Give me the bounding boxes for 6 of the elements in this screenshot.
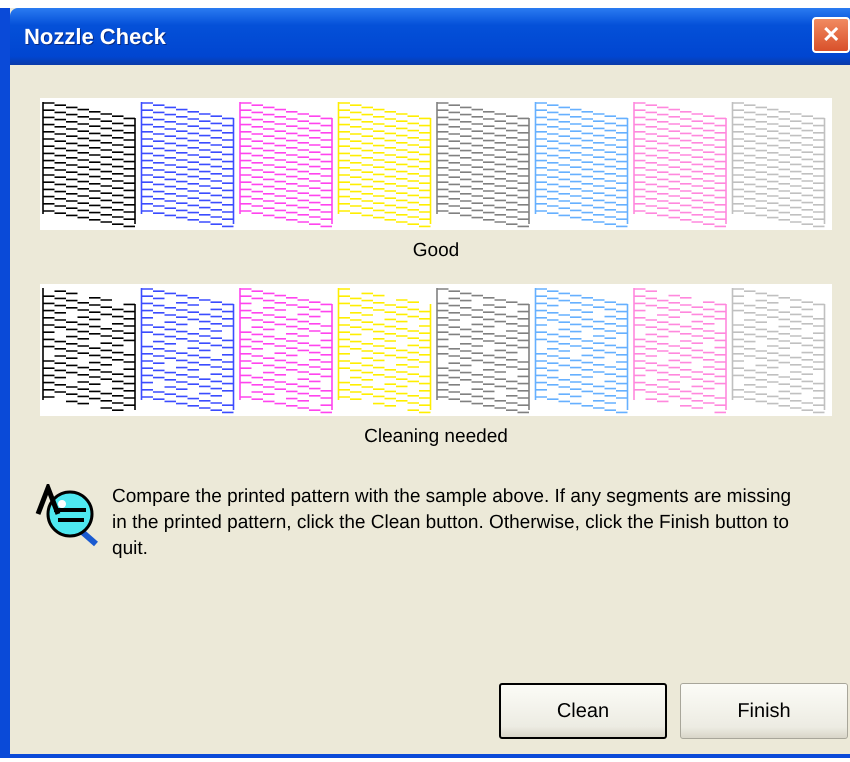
instruction-text: Compare the printed pattern with the sample above. If any segments are missing in the printed pattern, click the Clean button. Otherwise, click the Finish button to quit. xyxy=(112,485,792,561)
dialog-button[interactable]: Finish xyxy=(680,683,848,739)
pattern-caption: Cleaning needed xyxy=(364,426,508,448)
dialog-button[interactable]: Clean xyxy=(499,683,667,739)
window-title: Nozzle Check xyxy=(24,24,166,50)
pattern-caption: Good xyxy=(412,240,460,262)
